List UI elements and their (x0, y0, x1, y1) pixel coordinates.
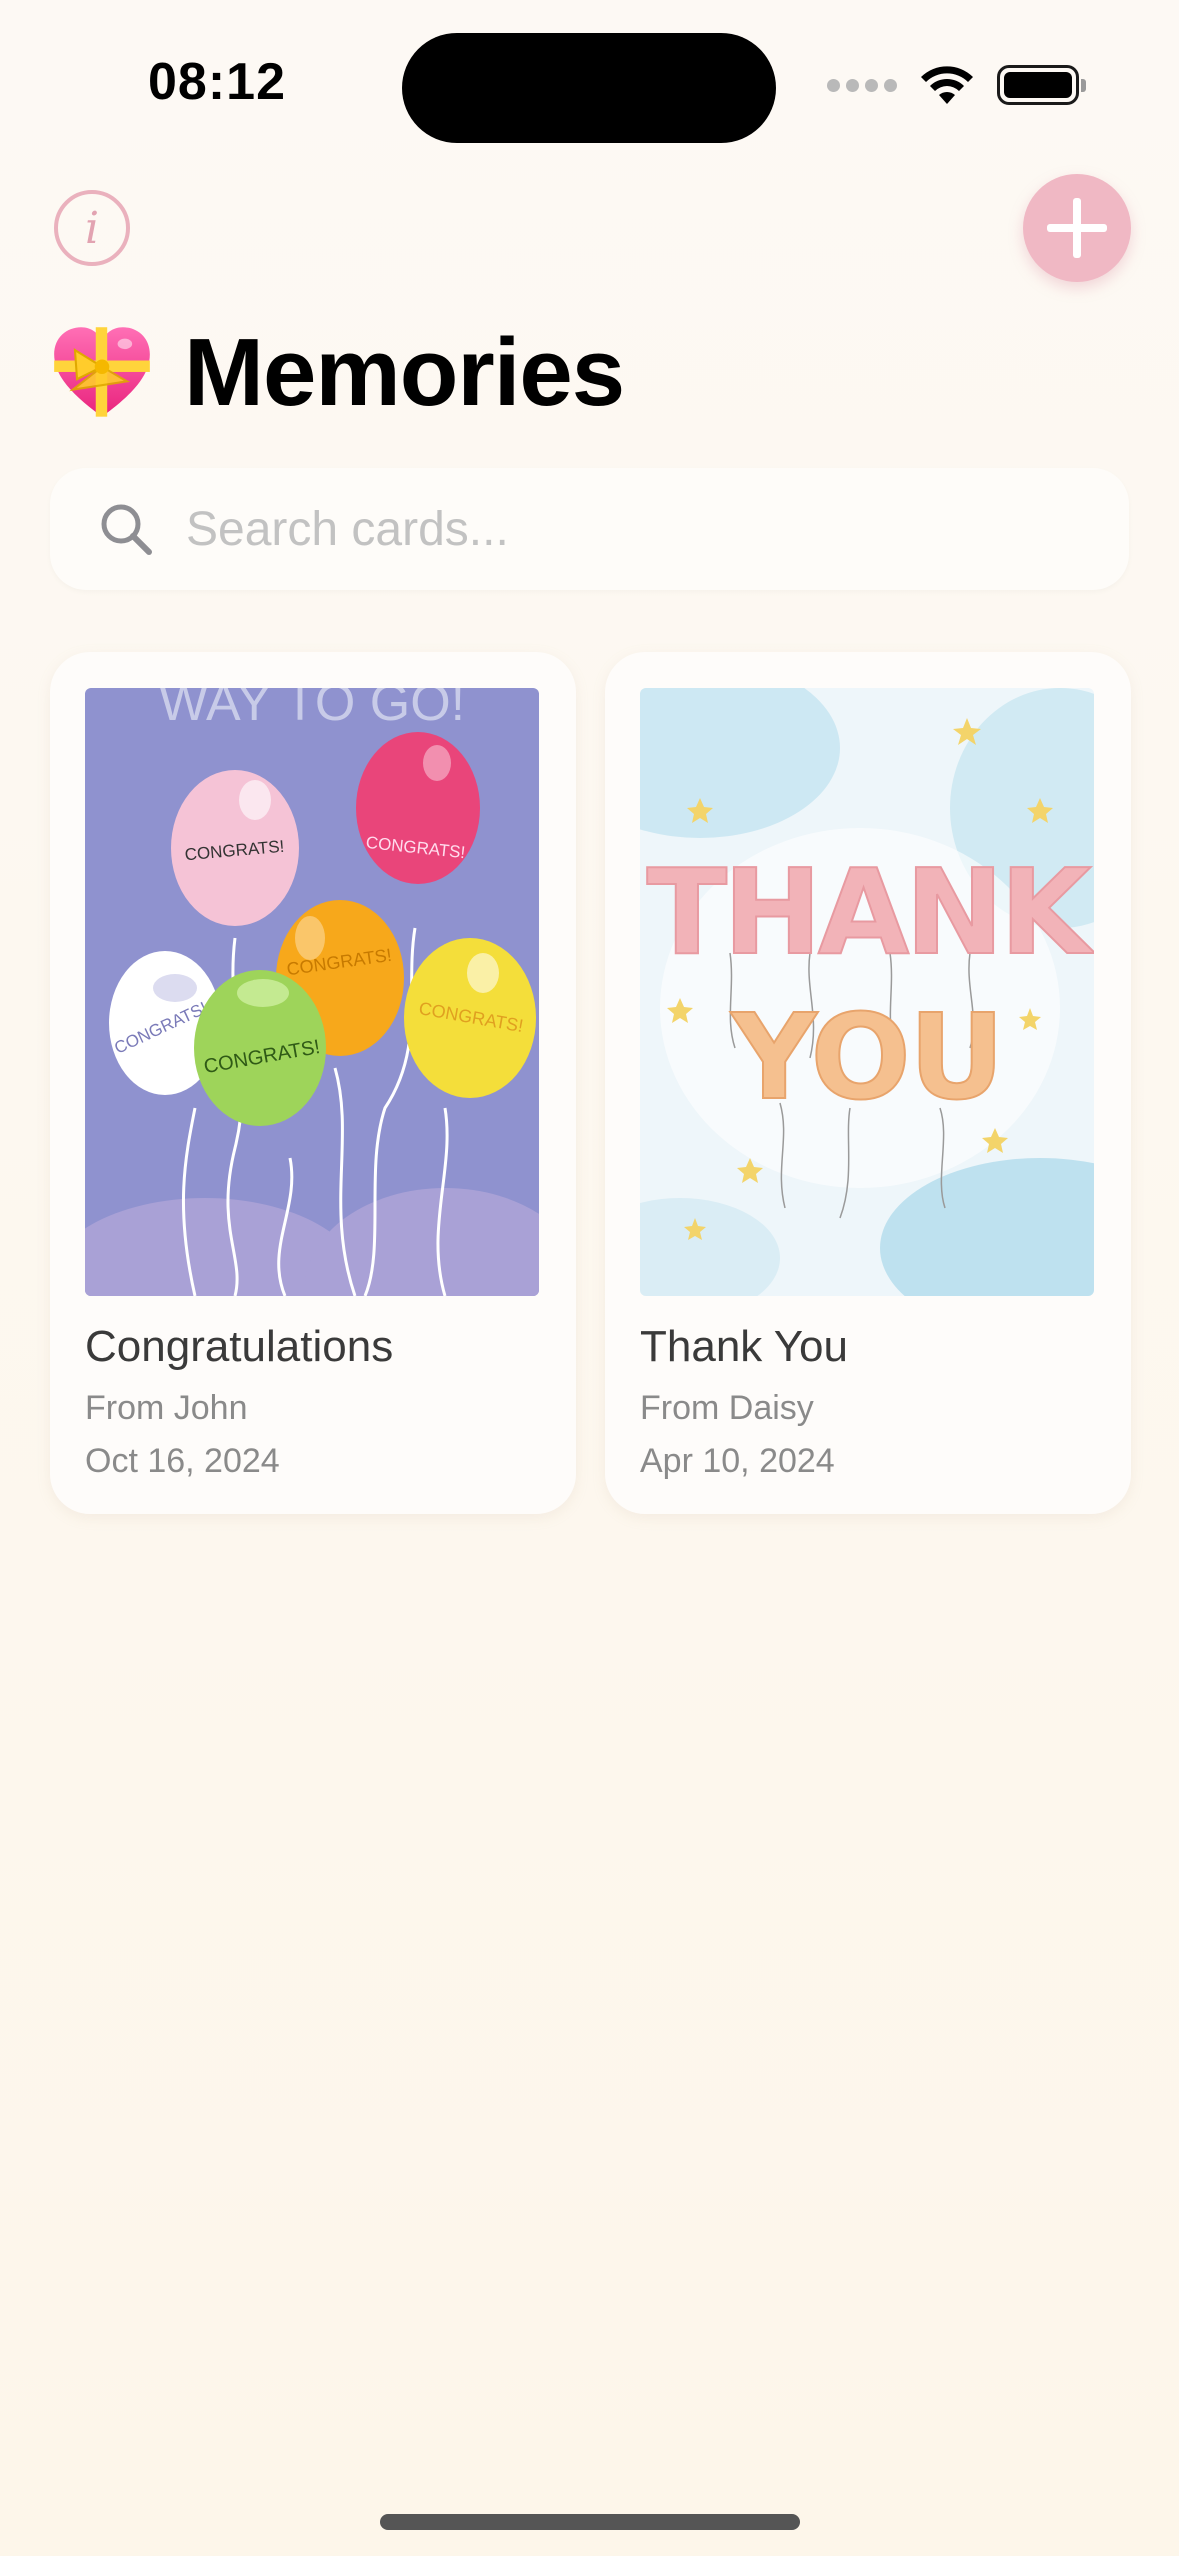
you-text: YOU (729, 988, 1002, 1126)
card-sender: From John (85, 1389, 248, 1427)
card-congratulations[interactable]: WAY TO GO! CONGRATS! CONGRATS! CONGRATS!… (50, 652, 576, 1514)
card-image: THANK YOU (640, 688, 1094, 1296)
thank-text: THANK (647, 843, 1094, 981)
search-input[interactable] (186, 501, 1086, 557)
card-thank-you[interactable]: THANK YOU Thank You From Daisy Apr 10, 2… (605, 652, 1131, 1514)
page-title-text: Memories (184, 319, 625, 426)
congrats-balloons-illustration: WAY TO GO! CONGRATS! CONGRATS! CONGRATS!… (85, 688, 539, 1296)
card-date: Apr 10, 2024 (640, 1442, 835, 1480)
card-image: WAY TO GO! CONGRATS! CONGRATS! CONGRATS!… (85, 688, 539, 1296)
search-icon (101, 504, 152, 555)
page-title: Memories (50, 318, 625, 428)
card-title: Thank You (640, 1322, 848, 1371)
card-title: Congratulations (85, 1322, 394, 1371)
info-button[interactable]: i (54, 190, 130, 266)
dynamic-island (402, 33, 776, 143)
heart-with-ribbon-icon (54, 327, 150, 417)
status-icons (827, 60, 1086, 110)
card-sender: From Daisy (640, 1389, 814, 1427)
card-heading-text: WAY TO GO! (159, 688, 465, 732)
cellular-signal-icon (827, 78, 897, 92)
search-bar[interactable] (50, 468, 1129, 590)
thank-you-illustration: THANK YOU (640, 688, 1094, 1296)
wifi-icon (921, 66, 973, 104)
status-time: 08:12 (148, 53, 286, 111)
battery-icon (997, 65, 1086, 105)
home-indicator[interactable] (380, 2514, 800, 2530)
card-date: Oct 16, 2024 (85, 1442, 280, 1480)
info-icon: i (84, 202, 100, 254)
add-card-button[interactable] (1023, 174, 1131, 282)
